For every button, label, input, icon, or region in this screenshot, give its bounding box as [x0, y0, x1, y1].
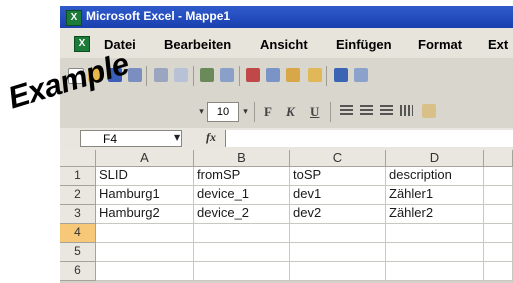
cell-c4[interactable]: [290, 224, 386, 243]
underline-button[interactable]: U: [310, 104, 319, 120]
cell-a1[interactable]: SLID: [96, 167, 194, 186]
cell-a3[interactable]: Hamburg2: [96, 205, 194, 224]
research-icon[interactable]: [220, 68, 234, 82]
menu-format[interactable]: Format: [418, 37, 462, 52]
cell-a2[interactable]: Hamburg1: [96, 186, 194, 205]
cell-e2[interactable]: [484, 186, 513, 205]
name-box[interactable]: F4: [80, 130, 182, 147]
row-header[interactable]: 5: [60, 243, 96, 262]
menu-ansicht[interactable]: Ansicht: [260, 37, 308, 52]
cell-d2[interactable]: Zähler1: [386, 186, 484, 205]
column-header[interactable]: B: [194, 150, 290, 167]
row-header-active[interactable]: 4: [60, 224, 96, 243]
excel-window: X Microsoft Excel - Mappe1 X Datei Bearb…: [60, 6, 513, 283]
cut-icon[interactable]: [246, 68, 260, 82]
align-left-icon[interactable]: [340, 105, 353, 116]
cell-e6[interactable]: [484, 262, 513, 281]
spelling-icon[interactable]: [200, 68, 214, 82]
menu-einfuegen[interactable]: Einfügen: [336, 37, 392, 52]
cell-b4[interactable]: [194, 224, 290, 243]
print-icon[interactable]: [154, 68, 168, 82]
align-center-icon[interactable]: [360, 105, 373, 116]
italic-button[interactable]: K: [286, 104, 295, 120]
title-bar: X Microsoft Excel - Mappe1: [60, 6, 513, 28]
cell-d6[interactable]: [386, 262, 484, 281]
cell-b2[interactable]: device_1: [194, 186, 290, 205]
cell-a4[interactable]: [96, 224, 194, 243]
cell-c3[interactable]: dev2: [290, 205, 386, 224]
font-size-select[interactable]: 10: [207, 102, 239, 122]
column-header[interactable]: [484, 150, 513, 167]
formula-input[interactable]: [225, 130, 513, 147]
column-header[interactable]: D: [386, 150, 484, 167]
cell-b1[interactable]: fromSP: [194, 167, 290, 186]
chevron-down-icon[interactable]: ▾: [240, 102, 251, 120]
paste-icon[interactable]: [286, 68, 300, 82]
undo-icon[interactable]: [334, 68, 348, 82]
cell-b5[interactable]: [194, 243, 290, 262]
cell-d3[interactable]: Zähler2: [386, 205, 484, 224]
cell-a6[interactable]: [96, 262, 194, 281]
cell-b6[interactable]: [194, 262, 290, 281]
row-header[interactable]: 2: [60, 186, 96, 205]
currency-icon[interactable]: [422, 104, 436, 118]
row-header[interactable]: 3: [60, 205, 96, 224]
function-icon[interactable]: fx: [206, 130, 216, 145]
select-all-corner[interactable]: [60, 150, 96, 167]
cell-c6[interactable]: [290, 262, 386, 281]
format-painter-icon[interactable]: [308, 68, 322, 82]
formatting-toolbar: 10 ▾ ▾ F K U: [60, 94, 513, 128]
cell-e1[interactable]: [484, 167, 513, 186]
cell-e3[interactable]: [484, 205, 513, 224]
cell-e5[interactable]: [484, 243, 513, 262]
chevron-down-icon[interactable]: ▾: [196, 102, 207, 120]
row-header[interactable]: 1: [60, 167, 96, 186]
window-title: Microsoft Excel - Mappe1: [86, 9, 231, 23]
chevron-down-icon[interactable]: ▼: [174, 133, 180, 142]
formula-bar: F4 ▼ fx: [60, 128, 513, 150]
workbook-icon[interactable]: X: [74, 36, 90, 52]
excel-icon: X: [66, 10, 82, 26]
row-header[interactable]: 6: [60, 262, 96, 281]
cell-c1[interactable]: toSP: [290, 167, 386, 186]
bold-button[interactable]: F: [264, 104, 272, 120]
cell-d5[interactable]: [386, 243, 484, 262]
align-right-icon[interactable]: [380, 105, 393, 116]
merge-center-icon[interactable]: [400, 105, 413, 116]
redo-icon[interactable]: [354, 68, 368, 82]
cell-c5[interactable]: [290, 243, 386, 262]
cell-d1[interactable]: description: [386, 167, 484, 186]
menu-extras[interactable]: Ext: [488, 37, 508, 52]
cell-e4[interactable]: [484, 224, 513, 243]
cell-d4[interactable]: [386, 224, 484, 243]
menu-bearbeiten[interactable]: Bearbeiten: [164, 37, 231, 52]
copy-icon[interactable]: [266, 68, 280, 82]
cell-a5[interactable]: [96, 243, 194, 262]
print-preview-icon[interactable]: [174, 68, 188, 82]
cell-c2[interactable]: dev1: [290, 186, 386, 205]
column-header[interactable]: A: [96, 150, 194, 167]
column-header[interactable]: C: [290, 150, 386, 167]
cell-b3[interactable]: device_2: [194, 205, 290, 224]
menu-bar: X Datei Bearbeiten Ansicht Einfügen Form…: [60, 28, 513, 58]
